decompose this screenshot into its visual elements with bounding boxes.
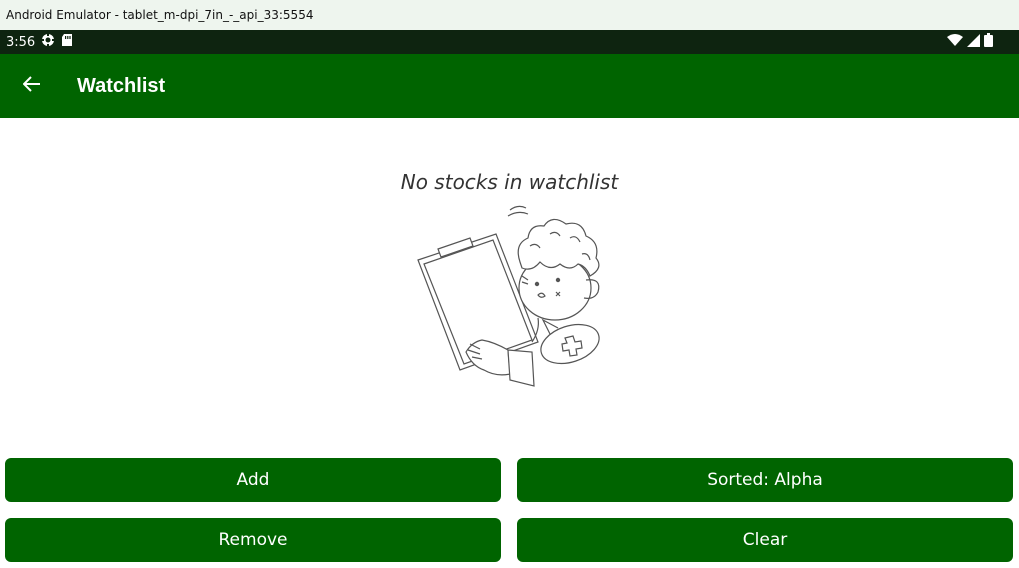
app-bar: Watchlist: [0, 54, 1019, 118]
arrow-back-icon: [22, 76, 41, 96]
remove-button[interactable]: Remove: [5, 518, 501, 562]
add-button[interactable]: Add: [5, 458, 501, 502]
window-title-text: Android Emulator - tablet_m-dpi_7in_-_ap…: [6, 8, 314, 22]
emulator-window-title: Android Emulator - tablet_m-dpi_7in_-_ap…: [0, 0, 1019, 30]
page-title: Watchlist: [77, 74, 166, 97]
status-bar: 3:56: [0, 30, 1019, 54]
settings-notification-icon: [41, 33, 56, 51]
empty-state-message: No stocks in watchlist: [400, 170, 619, 194]
back-button[interactable]: [0, 54, 64, 118]
wifi-icon: [947, 33, 963, 51]
person-with-clipboard-illustration: [410, 202, 610, 392]
status-time: 3:56: [6, 34, 36, 50]
sd-card-icon: [61, 33, 73, 51]
signal-icon: [967, 33, 980, 51]
clear-button[interactable]: Clear: [517, 518, 1013, 562]
sort-button[interactable]: Sorted: Alpha: [517, 458, 1013, 502]
battery-icon: [984, 33, 993, 51]
